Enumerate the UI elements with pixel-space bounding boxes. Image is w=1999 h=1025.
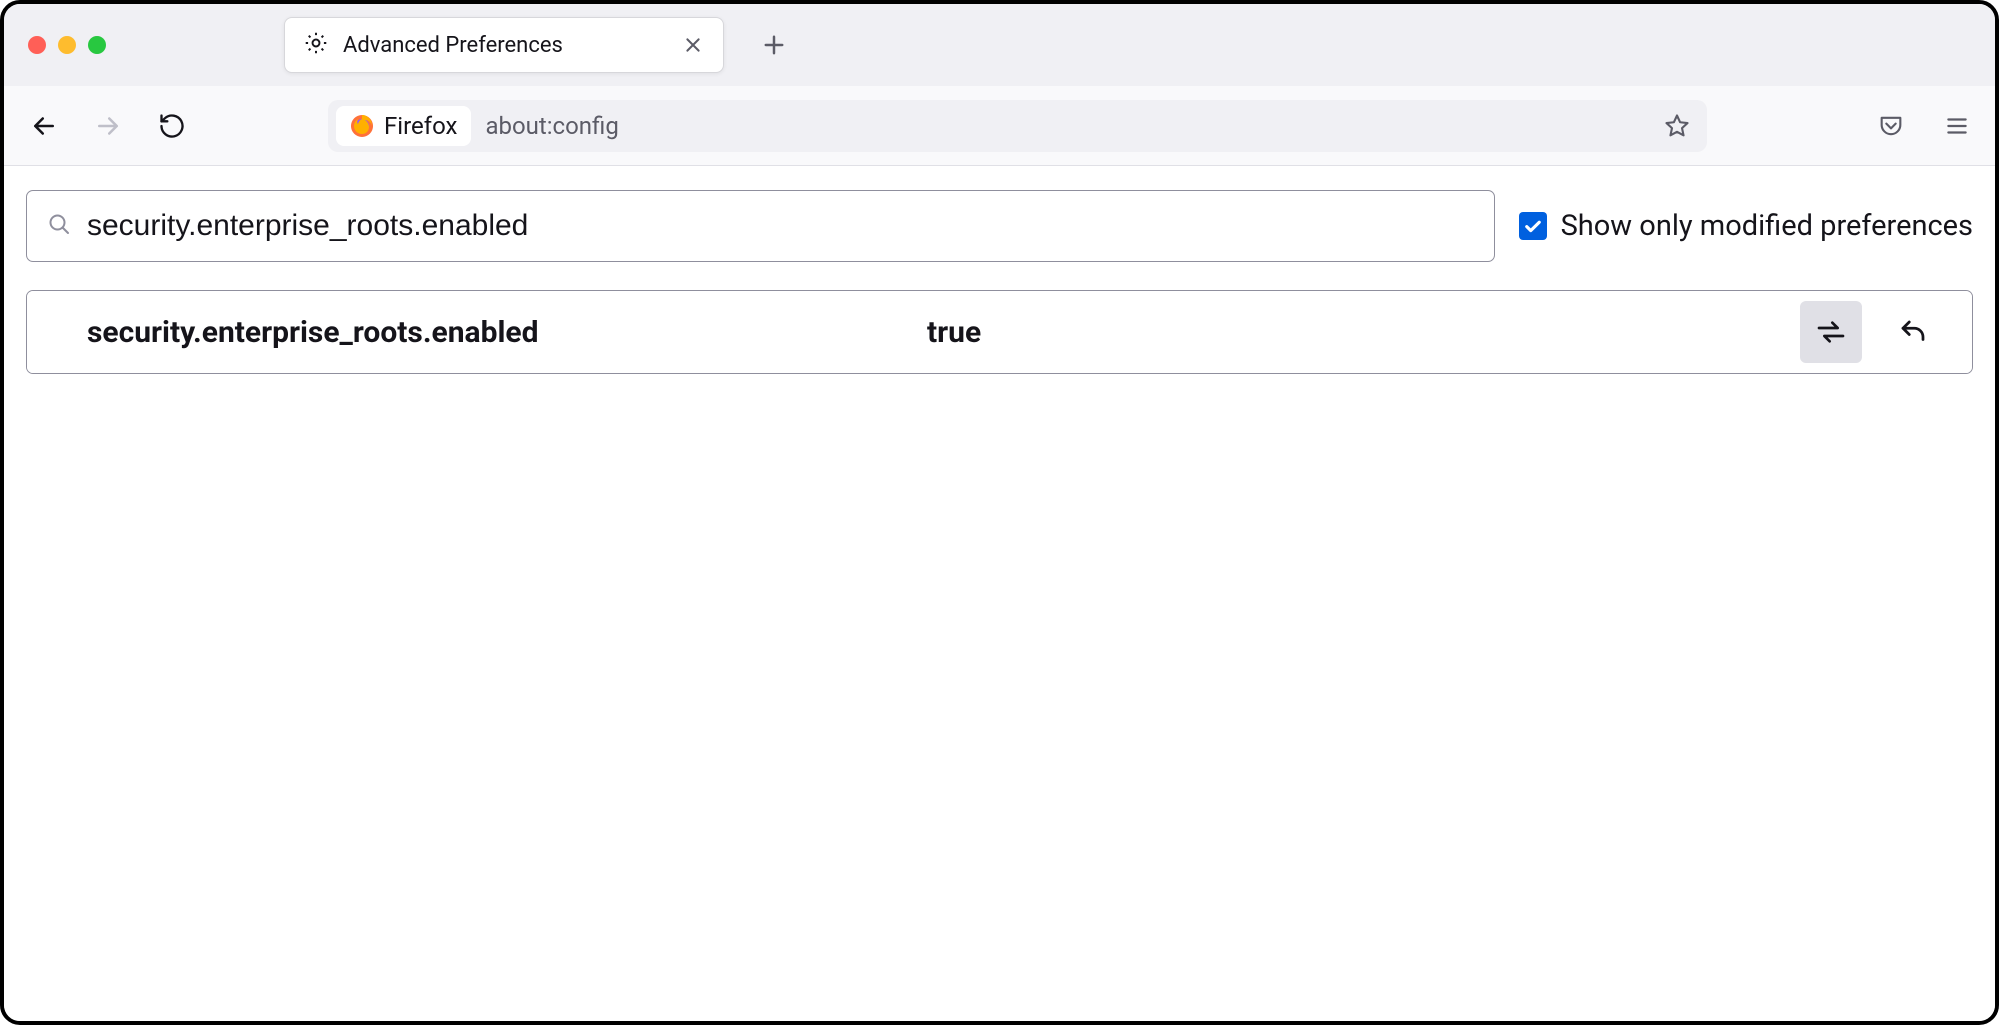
firefox-logo-icon: [350, 114, 374, 138]
tab-title: Advanced Preferences: [343, 33, 667, 58]
bookmark-star-button[interactable]: [1661, 110, 1693, 142]
preference-search-input[interactable]: [87, 209, 1474, 243]
search-icon: [47, 212, 71, 240]
forward-button[interactable]: [90, 108, 126, 144]
preference-value: true: [927, 315, 1800, 350]
identity-label: Firefox: [384, 112, 457, 140]
url-text: about:config: [485, 112, 1647, 140]
reset-button[interactable]: [1882, 301, 1944, 363]
new-tab-button[interactable]: [752, 23, 796, 67]
search-row: Show only modified preferences: [26, 190, 1973, 262]
browser-tab[interactable]: Advanced Preferences: [284, 17, 724, 73]
identity-box[interactable]: Firefox: [336, 106, 471, 146]
toolbar-end: [1875, 110, 1973, 142]
tab-bar: Advanced Preferences: [4, 4, 1995, 86]
preference-name: security.enterprise_roots.enabled: [87, 315, 927, 350]
back-button[interactable]: [26, 108, 62, 144]
url-bar[interactable]: Firefox about:config: [328, 100, 1707, 152]
show-modified-only-toggle[interactable]: Show only modified preferences: [1519, 209, 1973, 243]
browser-window: Advanced Preferences: [0, 0, 1999, 1025]
toolbar: Firefox about:config: [4, 86, 1995, 166]
close-tab-button[interactable]: [681, 33, 705, 57]
maximize-window-button[interactable]: [88, 36, 106, 54]
filter-label: Show only modified preferences: [1561, 209, 1973, 243]
window-controls: [28, 36, 106, 54]
preference-row[interactable]: security.enterprise_roots.enabled true: [27, 291, 1972, 373]
reload-button[interactable]: [154, 108, 190, 144]
close-window-button[interactable]: [28, 36, 46, 54]
toggle-button[interactable]: [1800, 301, 1862, 363]
menu-button[interactable]: [1941, 110, 1973, 142]
pocket-button[interactable]: [1875, 110, 1907, 142]
preferences-table: security.enterprise_roots.enabled true: [26, 290, 1973, 374]
minimize-window-button[interactable]: [58, 36, 76, 54]
checkbox-checked-icon: [1519, 212, 1547, 240]
preference-actions: [1800, 301, 1944, 363]
gear-icon: [303, 30, 329, 60]
search-box: [26, 190, 1495, 262]
about-config-content: Show only modified preferences security.…: [4, 166, 1995, 1021]
